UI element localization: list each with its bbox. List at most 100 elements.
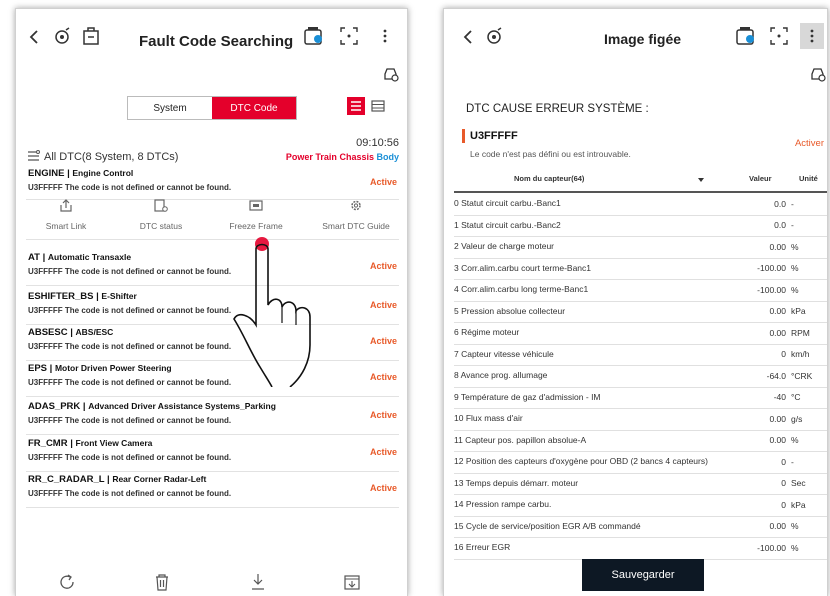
action-label: DTC status — [139, 221, 183, 231]
sensor-value: 0.00 — [769, 521, 786, 532]
sensor-name: 14 Pression rampe carbu. — [454, 499, 552, 510]
table-row[interactable]: 6 Régime moteur 0.00 RPM — [454, 322, 827, 345]
status-badge: Active — [369, 372, 397, 382]
more-icon[interactable] — [374, 25, 396, 47]
dtc-row[interactable]: FR_CMR | Front View Camera U3FFFFF The c… — [26, 435, 399, 472]
page-title: Fault Code Searching — [139, 33, 294, 50]
sensor-name: 3 Corr.alim.carbu court terme-Banc1 — [454, 262, 591, 273]
system-label: Advanced Driver Assistance Systems_Parki… — [88, 401, 276, 411]
status-badge: Active — [369, 177, 397, 187]
back-icon[interactable] — [24, 27, 44, 47]
vehicle-settings-icon[interactable] — [381, 64, 401, 84]
dtc-row[interactable]: ABSESC | ABS/ESC U3FFFFF The code is not… — [26, 324, 399, 361]
sensor-value: 0 — [781, 349, 786, 360]
smart-dtc-guide-button[interactable]: Smart DTC Guide — [316, 199, 396, 231]
sensor-unit: g/s — [791, 413, 803, 424]
vci-icon[interactable] — [484, 25, 506, 47]
dtc-row[interactable]: ESHIFTER_BS | E-Shifter U3FFFFF The code… — [26, 288, 399, 325]
tab-dtc-code[interactable]: DTC Code — [212, 97, 296, 119]
delete-icon[interactable] — [151, 571, 173, 593]
table-row[interactable]: 3 Corr.alim.carbu court terme-Banc1 -100.… — [454, 258, 827, 280]
table-row[interactable]: 9 Température de gaz d'admission - IM -40… — [454, 387, 827, 409]
sensor-value: -64.0 — [766, 370, 786, 381]
table-row[interactable]: 1 Statut circuit carbu.-Banc2 0.0- — [454, 215, 827, 237]
system-filter: Power Train Chassis Body — [286, 152, 399, 162]
filter-body[interactable]: Body — [377, 152, 400, 162]
dtc-description: U3FFFFF The code is not defined or canno… — [28, 416, 232, 425]
table-row[interactable]: 8 Avance prog. allumage -64.0 °CRK — [454, 365, 827, 388]
top-bar: Fault Code Searching — [16, 9, 407, 61]
back-icon[interactable] — [458, 27, 478, 47]
filter-icon[interactable] — [26, 149, 40, 163]
smart-link-button[interactable]: Smart Link — [26, 199, 106, 231]
sensor-name: 16 Erreur EGR — [454, 542, 511, 553]
more-icon[interactable] — [800, 23, 824, 49]
sensor-value: -100.00 — [757, 263, 786, 274]
sensor-value: 0 — [781, 456, 786, 467]
table-row[interactable]: 11 Capteur pos. papillon absolue-A 0.00% — [454, 430, 827, 452]
dtc-system-name: ADAS_PRK | Advanced Driver Assistance Sy… — [28, 401, 276, 412]
table-row[interactable]: 2 Valeur de charge moteur 0.00% — [454, 236, 827, 259]
vci-icon[interactable] — [52, 25, 74, 47]
filter-chassis[interactable]: Chassis — [339, 152, 374, 162]
vehicle-info-icon[interactable] — [80, 25, 102, 47]
sensor-unit: - — [791, 220, 794, 231]
table-row[interactable]: 13 Temps depuis démarr. moteur 0 Sec — [454, 473, 827, 495]
sensor-name: 13 Temps depuis démarr. moteur — [454, 477, 579, 488]
table-row[interactable]: 12 Position des capteurs d'oxygène pour … — [454, 451, 827, 474]
sensor-name: 11 Capteur pos. papillon absolue-A — [454, 434, 587, 445]
system-label: E-Shifter — [101, 291, 137, 301]
grid-view-icon[interactable] — [369, 97, 387, 115]
dtc-row[interactable]: AT | Automatic Transaxle U3FFFFF The cod… — [26, 249, 399, 286]
col-value[interactable]: Valeur — [749, 174, 772, 183]
folder-export-icon[interactable] — [341, 571, 363, 593]
dtc-status-button[interactable]: DTC status — [121, 199, 201, 231]
col-sensor-name[interactable]: Nom du capteur(64) — [514, 174, 584, 183]
download-icon[interactable] — [247, 571, 269, 593]
dtc-system-name: FR_CMR | Front View Camera — [28, 438, 153, 449]
dtc-code-panel: U3FFFFF Le code n'est pas défini ou est … — [462, 129, 824, 165]
dtc-description: U3FFFFF The code is not defined or canno… — [28, 342, 232, 351]
dtc-description: U3FFFFF The code is not defined or canno… — [28, 306, 232, 315]
capture-icon[interactable] — [768, 25, 790, 47]
table-row[interactable]: 15 Cycle de service/position EGR A/B com… — [454, 516, 827, 538]
dtc-row[interactable]: ADAS_PRK | Advanced Driver Assistance Sy… — [26, 398, 399, 435]
dtc-row[interactable]: RR_C_RADAR_L | Rear Corner Radar-Left U3… — [26, 471, 399, 508]
save-button[interactable]: Sauvegarder — [582, 559, 704, 591]
table-row[interactable]: 14 Pression rampe carbu. 0 kPa — [454, 494, 827, 517]
table-row[interactable]: 5 Pression absolue collecteur 0.00 kPa — [454, 301, 827, 323]
table-row[interactable]: 7 Capteur vitesse véhicule 0 km/h — [454, 344, 827, 366]
vci-status-icon[interactable] — [734, 25, 758, 47]
refresh-icon[interactable] — [56, 571, 78, 593]
table-row[interactable]: 16 Erreur EGR -100.00% — [454, 537, 827, 560]
col-unit[interactable]: Unité — [799, 174, 818, 183]
sensor-name: 8 Avance prog. allumage — [454, 370, 548, 381]
table-row[interactable]: 0 Statut circuit carbu.-Banc1 0.0- — [454, 193, 827, 216]
system-code: ENGINE — [28, 168, 65, 179]
vci-status-icon[interactable] — [302, 25, 326, 47]
system-label: ABS/ESC — [75, 327, 114, 337]
top-bar: Image figée — [444, 9, 827, 61]
table-row[interactable]: 4 Corr.alim.carbu long terme-Banc1 -100.0… — [454, 279, 827, 302]
dtc-row[interactable]: ENGINE | Engine Control U3FFFFF The code… — [26, 165, 399, 200]
capture-icon[interactable] — [338, 25, 360, 47]
action-label: Smart DTC Guide — [322, 221, 390, 231]
list-view-icon[interactable] — [347, 97, 365, 115]
action-label: Smart Link — [45, 221, 87, 231]
sort-icon[interactable] — [698, 178, 704, 182]
sensor-value: 0 — [781, 499, 786, 510]
tap-gesture-hand — [233, 237, 311, 387]
vehicle-settings-icon[interactable] — [808, 64, 827, 84]
tab-system[interactable]: System — [128, 97, 212, 119]
dtc-summary-bar: All DTC(8 System, 8 DTCs) 09:10:56 Power… — [26, 137, 399, 165]
dtc-row[interactable]: EPS | Motor Driven Power Steering U3FFFF… — [26, 360, 399, 397]
filter-power-train[interactable]: Power Train — [286, 152, 337, 162]
sensor-value: 0.0 — [774, 198, 786, 209]
bottom-toolbar — [16, 567, 407, 596]
dtc-system-name: ABSESC | ABS/ESC — [28, 327, 114, 338]
sensor-unit: °CRK — [791, 370, 813, 381]
freeze-frame-icon — [249, 200, 263, 211]
table-row[interactable]: 10 Flux mass d'air 0.00 g/s — [454, 408, 827, 431]
sensor-unit: % — [791, 435, 799, 446]
sensor-unit: Sec — [791, 478, 806, 489]
